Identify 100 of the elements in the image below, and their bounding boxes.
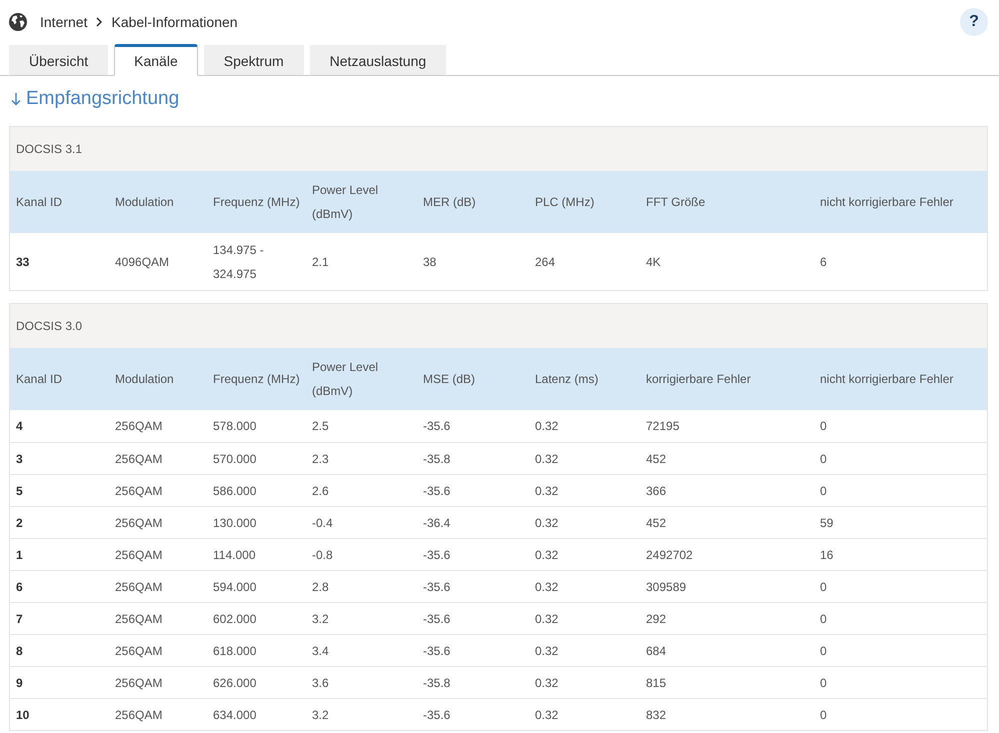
- table-cell-text: 815: [645, 674, 668, 692]
- column-header: Frequenz (MHz): [207, 171, 306, 233]
- table-cell-text: -36.4: [422, 514, 452, 532]
- column-header: MSE (dB): [417, 348, 529, 410]
- column-header: nicht korrigierbare Fehler: [814, 171, 987, 233]
- column-header: Frequenz (MHz): [207, 348, 306, 410]
- table-cell-text: 6: [819, 254, 828, 270]
- table-cell-text: 4096QAM: [114, 254, 170, 270]
- column-header: Power Level (dBmV): [306, 171, 417, 233]
- table-cell-text: 72195: [645, 418, 680, 435]
- table-cell-text: 0.32: [534, 642, 560, 660]
- table-cell-text: 0.32: [534, 578, 560, 596]
- table-cell-text: 0.32: [534, 514, 560, 532]
- table-cell-text: 256QAM: [114, 642, 164, 660]
- table-cell-text: 256QAM: [114, 546, 164, 564]
- column-header: MER (dB): [417, 171, 529, 233]
- table-cell-text: -35.8: [422, 674, 452, 692]
- column-header: nicht korrigierbare Fehler: [814, 348, 987, 410]
- table-cell-text: 256QAM: [114, 418, 164, 435]
- table-cell-text: 2492702: [645, 546, 694, 564]
- table-cell-text: -35.6: [422, 418, 452, 435]
- table-cell-text: -35.6: [422, 482, 452, 500]
- table-cell-text: 2.3: [311, 450, 330, 468]
- table-cell-text: 4: [15, 418, 24, 435]
- table-cell-text: 570.000: [212, 450, 258, 468]
- table-cell-text: 3.4: [311, 642, 330, 660]
- table-cell-text: 0.32: [534, 450, 560, 468]
- table-cell-text: 2: [15, 514, 24, 532]
- table-cell-text: 114.000: [212, 546, 256, 564]
- tab[interactable]: Spektrum: [204, 45, 304, 76]
- table-cell-text: 602.000: [212, 610, 258, 628]
- table-cell-text: -35.6: [422, 706, 452, 724]
- table-cell-text: 38: [422, 254, 438, 270]
- table-cell-text: -35.6: [422, 578, 452, 596]
- table-cell-text: 832: [645, 706, 668, 724]
- table-cell-text: 0: [819, 450, 828, 468]
- tab[interactable]: Kanäle: [114, 44, 198, 76]
- table-cell-text: 7: [15, 610, 24, 628]
- table-cell-text: 130.000: [212, 514, 258, 532]
- table-cell-text: 9: [15, 674, 24, 692]
- breadcrumb-current: Kabel-Informationen: [111, 14, 238, 30]
- table-cell-text: 6: [15, 578, 24, 596]
- table-cell-text: 3.2: [311, 610, 330, 628]
- table-cell-text: 2.5: [311, 418, 330, 435]
- section-heading: Empfangsrichtung: [26, 88, 180, 110]
- table-cell-text: 59: [819, 514, 834, 532]
- table-cell-text: -35.6: [422, 610, 452, 628]
- table-cell-text: 2.8: [311, 578, 330, 596]
- table-cell-text: 256QAM: [114, 450, 164, 468]
- breadcrumb-link[interactable]: Internet: [40, 14, 88, 30]
- table-cell-text: 256QAM: [114, 514, 164, 532]
- table-cell-text: 0.32: [534, 546, 560, 564]
- table-cell-text: 634.000: [212, 706, 258, 724]
- table-cell-text: 452: [645, 450, 668, 468]
- table-caption: DOCSIS 3.0: [10, 304, 987, 348]
- table-cell-text: 684: [645, 642, 668, 660]
- table-cell-text: 292: [645, 610, 668, 628]
- table-cell-text: 309589: [645, 578, 688, 596]
- table-cell-text: 2.1: [311, 254, 330, 270]
- column-header: FFT Größe: [640, 171, 814, 233]
- arrow-down-icon: [11, 92, 21, 106]
- table-cell-text: 3: [15, 450, 24, 468]
- table-cell-text: 2.6: [311, 482, 330, 500]
- table-cell-text: 0: [819, 706, 828, 724]
- table-cell-text: 1: [15, 546, 24, 564]
- help-button[interactable]: ?: [960, 8, 988, 36]
- tab[interactable]: Übersicht: [9, 45, 108, 76]
- table-cell-text: 256QAM: [114, 578, 164, 596]
- table-cell-text: 33: [15, 254, 30, 270]
- table-cell-text: 0: [819, 674, 828, 692]
- table-cell-text: 586.000: [212, 482, 258, 500]
- table-cell-text: 264: [534, 254, 556, 270]
- table-cell-text: 4K: [645, 254, 662, 270]
- table-cell-text: 256QAM: [114, 482, 164, 500]
- table-cell-text: 5: [15, 482, 24, 500]
- globe-icon: [9, 13, 27, 31]
- table-cell-text: -35.8: [422, 450, 452, 468]
- table-cell-text: 0.32: [534, 674, 560, 692]
- table-cell-text: 0.32: [534, 418, 560, 435]
- table-cell-text: 626.000: [212, 674, 258, 692]
- tab[interactable]: Netzauslastung: [310, 45, 446, 76]
- column-header: Kanal ID: [10, 348, 109, 410]
- table-cell-text: 366: [645, 482, 668, 500]
- table-cell-text: 8: [15, 642, 24, 660]
- column-header: Power Level (dBmV): [306, 348, 417, 410]
- column-header: PLC (MHz): [529, 171, 640, 233]
- table-cell-text: -0.8: [311, 546, 334, 564]
- column-header: Modulation: [109, 348, 207, 410]
- column-header: korrigierbare Fehler: [640, 348, 814, 410]
- table-cell-text: 594.000: [212, 578, 258, 596]
- table-cell-text: 0: [819, 482, 828, 500]
- table-cell-text: -35.6: [422, 642, 452, 660]
- table-cell-text: 0: [819, 610, 828, 628]
- table-cell-text: 452: [645, 514, 668, 532]
- table-cell-text: 0.32: [534, 706, 560, 724]
- column-header: Modulation: [109, 171, 207, 233]
- table-cell-text: 16: [819, 546, 834, 564]
- table-caption: DOCSIS 3.1: [10, 127, 987, 171]
- table-cell-text: 0.32: [534, 482, 560, 500]
- table-cell-text: 618.000: [212, 642, 258, 660]
